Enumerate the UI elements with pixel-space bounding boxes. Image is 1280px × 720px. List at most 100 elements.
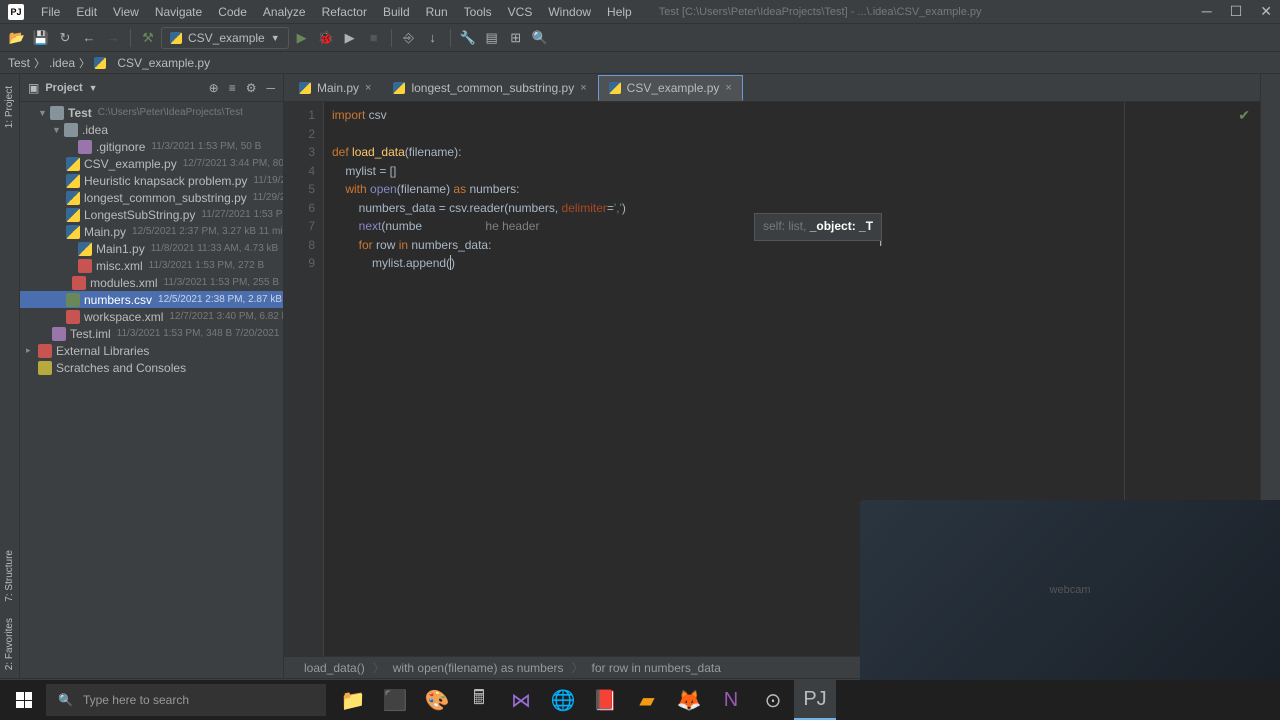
tab-close-icon[interactable]: × [580,82,586,94]
panel-title: Project [45,82,82,94]
run-icon[interactable]: ▶ [291,27,313,49]
menu-tools[interactable]: Tools [457,2,499,22]
tree-file[interactable]: .gitignore11/3/2021 1:53 PM, 50 B [20,138,283,155]
tree-scratches[interactable]: Scratches and Consoles [20,359,283,376]
maximize-icon[interactable]: ☐ [1230,3,1243,20]
menu-help[interactable]: Help [600,2,639,22]
tree-file[interactable]: Main1.py11/8/2021 11:33 AM, 4.73 kB [20,240,283,257]
tree-file[interactable]: modules.xml11/3/2021 1:53 PM, 255 B [20,274,283,291]
select-opened-icon[interactable]: ⊕ [209,81,219,95]
taskbar-chrome-icon[interactable]: 🌐 [542,680,584,720]
minimize-icon[interactable]: ─ [1202,3,1212,20]
search-icon: 🔍 [58,693,73,707]
tree-file[interactable]: Main.py12/5/2021 2:37 PM, 3.27 kB 11 min… [20,223,283,240]
chevron-down-icon[interactable]: ▼ [89,83,98,93]
editor-tab[interactable]: Main.py× [288,75,382,101]
menu-code[interactable]: Code [211,2,254,22]
crumb-folder[interactable]: .idea [49,56,75,70]
reload-icon[interactable]: ↻ [54,27,76,49]
python-icon [170,32,182,44]
taskbar-obs-icon[interactable]: ⊙ [752,680,794,720]
tree-file[interactable]: Heuristic knapsack problem.py11/19/202 [20,172,283,189]
find-icon[interactable]: ⊞ [505,27,527,49]
menu-navigate[interactable]: Navigate [148,2,209,22]
taskbar-onenote-icon[interactable]: N [710,680,752,720]
main-toolbar: 📂 💾 ↻ ← → ⚒ CSV_example ▼ ▶ 🐞 ▶ ■ ⎆ ↓ 🔧 … [0,24,1280,52]
taskbar-sublime-icon[interactable]: ▰ [626,680,668,720]
structure-icon[interactable]: ▤ [481,27,503,49]
coverage-icon[interactable]: ▶ [339,27,361,49]
close-icon[interactable]: ✕ [1260,3,1272,20]
build-icon[interactable]: ⚒ [137,27,159,49]
nav-breadcrumb: Test〉 .idea〉 CSV_example.py [0,52,1280,74]
chevron-down-icon: ▼ [271,33,280,43]
tab-close-icon[interactable]: × [365,82,371,94]
windows-taskbar: 🔍 Type here to search 📁 ⬛ 🎨 🖩 ⋈ 🌐 📕 ▰ 🦊 … [0,680,1280,720]
taskbar-firefox-icon[interactable]: 🦊 [668,680,710,720]
update-icon[interactable]: ↓ [422,27,444,49]
inspection-ok-icon[interactable]: ✔ [1238,106,1250,125]
taskbar-pdf-icon[interactable]: 📕 [584,680,626,720]
line-gutter: 123 456 789 [284,102,324,656]
sidebar-tab-structure[interactable]: 7: Structure [2,542,17,610]
taskbar-pycharm-icon[interactable]: PJ [794,680,836,720]
open-icon[interactable]: 📂 [6,27,28,49]
title-bar: PJ File Edit View Navigate Code Analyze … [0,0,1280,24]
tree-file[interactable]: LongestSubString.py11/27/2021 1:53 P [20,206,283,223]
tree-folder-idea[interactable]: ▼ .idea [20,121,283,138]
menu-view[interactable]: View [106,2,146,22]
start-button[interactable] [4,680,44,720]
tree-file[interactable]: misc.xml11/3/2021 1:53 PM, 272 B [20,257,283,274]
taskbar-calc-icon[interactable]: 🖩 [458,680,500,720]
taskbar-explorer-icon[interactable]: 📁 [332,680,374,720]
tree-file[interactable]: longest_common_substring.py11/29/202 [20,189,283,206]
tree-file[interactable]: workspace.xml12/7/2021 3:40 PM, 6.82 kB [20,308,283,325]
tree-root[interactable]: ▼ TestC:\Users\Peter\IdeaProjects\Test [20,104,283,121]
editor-tab[interactable]: longest_common_substring.py× [382,75,597,101]
sidebar-tab-favorites[interactable]: 2: Favorites [2,610,17,678]
taskbar-search[interactable]: 🔍 Type here to search [46,684,326,716]
crumb-project[interactable]: Test [8,56,30,70]
expand-all-icon[interactable]: ≡ [229,81,236,95]
windows-logo-icon [16,692,32,708]
tree-file-iml[interactable]: Test.iml11/3/2021 1:53 PM, 348 B 7/20/20… [20,325,283,342]
menu-refactor[interactable]: Refactor [315,2,374,22]
tab-close-icon[interactable]: × [725,82,731,94]
save-icon[interactable]: 💾 [30,27,52,49]
taskbar-terminal-icon[interactable]: ⬛ [374,680,416,720]
menu-window[interactable]: Window [541,2,598,22]
webcam-overlay: webcam [860,500,1280,680]
back-icon[interactable]: ← [78,27,100,49]
editor-tab[interactable]: CSV_example.py× [598,75,743,101]
search-icon[interactable]: 🔍 [529,27,551,49]
menu-vcs[interactable]: VCS [501,2,540,22]
tree-file[interactable]: CSV_example.py12/7/2021 3:44 PM, 80 B [20,155,283,172]
menu-edit[interactable]: Edit [69,2,104,22]
hide-icon[interactable]: ─ [266,81,275,95]
sidebar-tab-project[interactable]: 1: Project [2,78,17,136]
main-menu: File Edit View Navigate Code Analyze Ref… [34,2,639,22]
tree-file[interactable]: numbers.csv12/5/2021 2:38 PM, 2.87 kB [20,291,283,308]
stop-icon[interactable]: ■ [363,27,385,49]
window-title: Test [C:\Users\Peter\IdeaProjects\Test] … [659,6,982,18]
project-panel: ▣ Project ▼ ⊕ ≡ ⚙ ─ ▼ TestC:\Users\Peter… [20,74,284,678]
crumb-file[interactable]: CSV_example.py [94,56,210,70]
menu-build[interactable]: Build [376,2,417,22]
taskbar-app-icon[interactable]: 🎨 [416,680,458,720]
parameter-hint-popup: self: list, _object: _T [754,213,882,241]
debug-icon[interactable]: 🐞 [315,27,337,49]
menu-run[interactable]: Run [419,2,455,22]
left-tool-gutter: 1: Project 7: Structure 2: Favorites [0,74,20,678]
taskbar-vs-icon[interactable]: ⋈ [500,680,542,720]
run-config-selector[interactable]: CSV_example ▼ [161,27,289,49]
panel-icon: ▣ [28,81,39,95]
settings-icon[interactable]: 🔧 [457,27,479,49]
menu-analyze[interactable]: Analyze [256,2,313,22]
project-tree[interactable]: ▼ TestC:\Users\Peter\IdeaProjects\Test ▼… [20,102,283,678]
attach-icon[interactable]: ⎆ [398,27,420,49]
editor-tabs: Main.py×longest_common_substring.py×CSV_… [284,74,1260,102]
menu-file[interactable]: File [34,2,67,22]
tree-external-libraries[interactable]: ▸ External Libraries [20,342,283,359]
gear-icon[interactable]: ⚙ [246,81,257,95]
forward-icon[interactable]: → [102,27,124,49]
